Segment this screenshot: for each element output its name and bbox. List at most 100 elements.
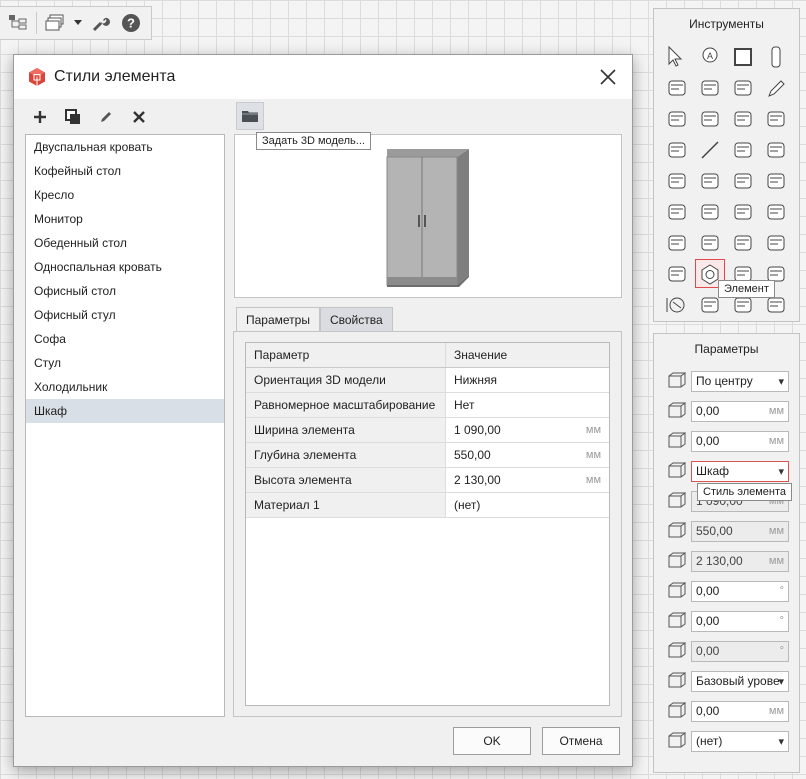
cabinet-tool-icon[interactable] — [662, 259, 692, 288]
tab-properties[interactable]: Свойства — [319, 307, 393, 331]
parameter-input[interactable]: 0,00 мм — [691, 430, 789, 452]
list-item[interactable]: Двуспальная кровать — [26, 135, 224, 159]
set-3d-model-button[interactable] — [236, 102, 264, 130]
window-tool-icon[interactable] — [761, 104, 791, 133]
meter-tool-icon[interactable] — [761, 228, 791, 257]
parameter-value: 2 130,00 — [696, 554, 743, 568]
delete-icon[interactable] — [129, 107, 149, 127]
parameter-value: 0,00 — [696, 644, 720, 658]
ok-button[interactable]: OK — [453, 727, 531, 755]
parameter-dropdown[interactable]: Шкаф — [691, 460, 789, 482]
valves-tool-icon[interactable] — [662, 228, 692, 257]
pointer-tool-icon[interactable] — [662, 42, 692, 71]
house-light-tool-icon[interactable] — [695, 228, 725, 257]
main-toolbar: ? — [0, 6, 152, 40]
parameter-unit: ° — [779, 615, 784, 627]
copy-icon[interactable] — [63, 107, 83, 127]
rotate-y-icon — [664, 640, 688, 662]
list-item[interactable]: Монитор — [26, 207, 224, 231]
parameter-unit: мм — [768, 705, 784, 717]
table-tool-icon[interactable] — [662, 135, 692, 164]
parameter-row: 2 130,00 мм — [664, 550, 794, 572]
parameter-input: 2 130,00 мм — [691, 550, 789, 572]
chair-tool-icon[interactable] — [728, 135, 758, 164]
parameter-value-cell[interactable]: Нижняя — [446, 368, 609, 392]
table-row[interactable]: Высота элемента 2 130,00 мм — [246, 468, 609, 493]
furnace-tool-icon[interactable] — [761, 197, 791, 226]
parameter-unit: ° — [779, 585, 784, 597]
table-row[interactable]: Глубина элемента 550,00 мм — [246, 443, 609, 468]
table-row[interactable]: Материал 1 (нет) — [246, 493, 609, 518]
parameter-input[interactable]: 0,00 мм — [691, 400, 789, 422]
list-item[interactable]: Стул — [26, 351, 224, 375]
box-tool-icon[interactable] — [728, 42, 758, 71]
parameter-input[interactable]: 0,00 ° — [691, 580, 789, 602]
parameter-value-cell[interactable]: 550,00 мм — [446, 443, 609, 467]
fan-tool-icon[interactable] — [695, 197, 725, 226]
parameter-row: 0,00 ° — [664, 610, 794, 632]
electrical-tool-icon[interactable] — [728, 228, 758, 257]
list-item[interactable]: Офисный стол — [26, 279, 224, 303]
parameter-dropdown[interactable]: Базовый урове — [691, 670, 789, 692]
table-row[interactable]: Равномерное масштабирование Нет — [246, 393, 609, 418]
dimension-tool-icon[interactable] — [662, 290, 692, 319]
rotate-z-icon — [664, 580, 688, 602]
close-icon[interactable] — [598, 67, 618, 87]
parameter-value: 1 090,00 — [454, 423, 501, 437]
add-icon[interactable] — [30, 107, 50, 127]
list-item[interactable]: Холодильник — [26, 375, 224, 399]
beam-tool-icon[interactable] — [695, 73, 725, 102]
parameters-tab-body: Параметр Значение Ориентация 3D модели Ни… — [233, 331, 622, 717]
bath-tool-icon[interactable] — [761, 135, 791, 164]
parameter-dropdown[interactable]: По центру — [691, 370, 789, 392]
ramp-tool-icon[interactable] — [695, 104, 725, 133]
parameter-value-cell[interactable]: 1 090,00 мм — [446, 418, 609, 442]
parameter-input[interactable]: 0,00 мм — [691, 700, 789, 722]
list-item[interactable]: Кресло — [26, 183, 224, 207]
list-item[interactable]: Односпальная кровать — [26, 255, 224, 279]
parameter-dropdown[interactable]: (нет) — [691, 730, 789, 752]
parameter-value: Нижняя — [454, 373, 498, 387]
shower-tool-icon[interactable] — [728, 166, 758, 195]
column-tool-icon[interactable] — [761, 42, 791, 71]
tab-parameters[interactable]: Параметры — [236, 307, 320, 332]
styles-list: Двуспальная кровать Кофейный стол Кресло Мо… — [25, 134, 225, 717]
help-icon[interactable]: ? — [119, 11, 143, 35]
pipe-tool-icon[interactable] — [761, 166, 791, 195]
list-item[interactable]: Кофейный стол — [26, 159, 224, 183]
list-item[interactable]: Обеденный стол — [26, 231, 224, 255]
cancel-button[interactable]: Отмена — [542, 727, 620, 755]
wrench-icon[interactable] — [89, 11, 113, 35]
parameter-value-cell[interactable]: (нет) — [446, 493, 609, 517]
edit-icon[interactable] — [96, 107, 116, 127]
parameter-input[interactable]: 0,00 ° — [691, 610, 789, 632]
structure-icon[interactable] — [6, 11, 30, 35]
drop-fixtures-tool-icon[interactable] — [662, 197, 692, 226]
pipe-elbow-tool-icon[interactable] — [728, 197, 758, 226]
pencil-tool-icon[interactable] — [761, 73, 791, 102]
chevron-down-icon[interactable] — [73, 11, 83, 35]
table-row[interactable]: Ориентация 3D модели Нижняя — [246, 368, 609, 393]
dialog-header: Стили элемента — [14, 55, 632, 99]
slab-tool-icon[interactable] — [662, 73, 692, 102]
list-item[interactable]: Шкаф — [26, 399, 224, 423]
toilet-tool-icon[interactable] — [662, 166, 692, 195]
line-tool-icon[interactable] — [695, 135, 725, 164]
list-item[interactable]: Софа — [26, 327, 224, 351]
text-objects-tool-icon[interactable]: A — [695, 42, 725, 71]
washer-tool-icon[interactable] — [695, 166, 725, 195]
parameter-value-cell[interactable]: 2 130,00 мм — [446, 468, 609, 492]
set-3d-model-tooltip: Задать 3D модель... — [256, 132, 371, 150]
rotate-x-icon — [664, 610, 688, 632]
roof-tool-icon[interactable] — [728, 73, 758, 102]
element-styles-dialog: Стили элемента Двуспальная кровать Кофейн… — [13, 54, 633, 767]
parameter-value: 2 130,00 — [454, 473, 501, 487]
table-row[interactable]: Ширина элемента 1 090,00 мм — [246, 418, 609, 443]
list-item[interactable]: Офисный стул — [26, 303, 224, 327]
parameter-value-cell[interactable]: Нет — [446, 393, 609, 417]
svg-text:?: ? — [127, 16, 135, 31]
parameter-value: 550,00 — [454, 448, 491, 462]
layers-icon[interactable] — [43, 11, 67, 35]
door-tool-icon[interactable] — [728, 104, 758, 133]
stair-tool-icon[interactable] — [662, 104, 692, 133]
